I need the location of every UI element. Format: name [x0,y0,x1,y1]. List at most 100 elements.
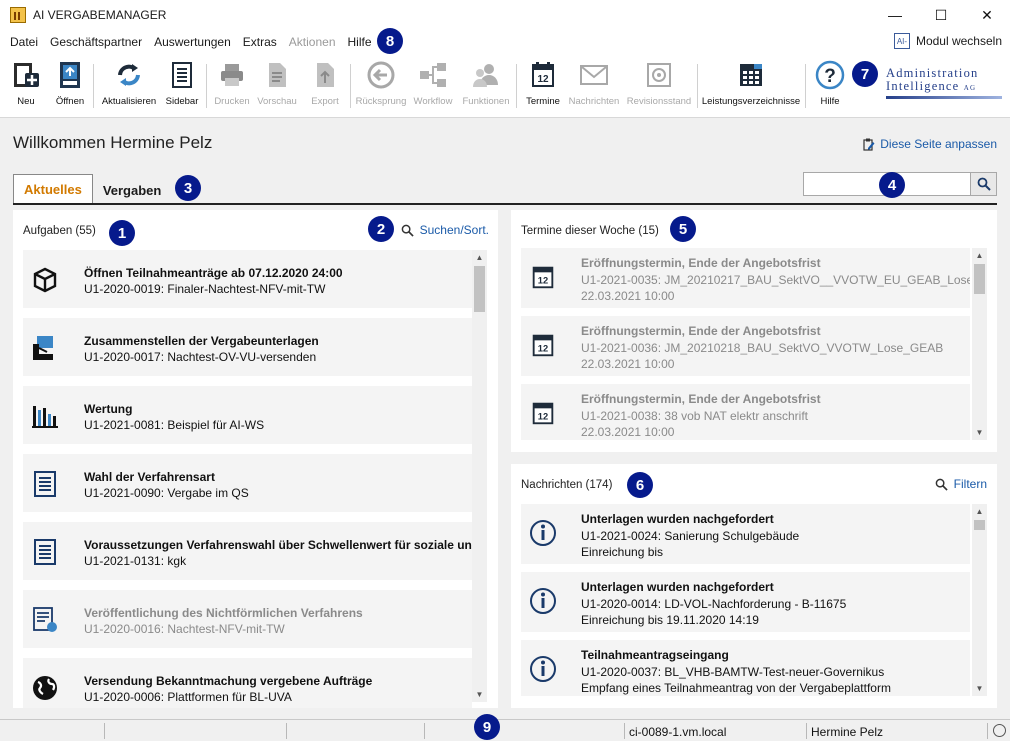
termine-button[interactable]: 12 Termine [524,58,562,114]
hilfe-button[interactable]: ? Hilfe [813,58,847,114]
menu-datei[interactable]: Datei [4,35,44,49]
chevron-up-icon[interactable]: ▲ [972,248,987,263]
calendar-grid-icon [736,60,766,90]
cube-icon [33,267,57,293]
scrollbar-thumb[interactable] [974,520,985,530]
workflow-icon [418,60,448,90]
svg-text:?: ? [824,66,836,87]
list-item[interactable]: Wertung U1-2021-0081: Beispiel für AI-WS [23,386,472,444]
list-item[interactable]: Veröffentlichung des Nichtförmlichen Ver… [23,590,472,648]
customize-page-link[interactable]: Diese Seite anpassen [863,137,997,151]
search-icon [977,177,991,191]
tab-vergaben[interactable]: Vergaben [93,176,172,204]
connection-status-icon [993,724,1006,737]
modul-wechseln-label: Modul wechseln [915,34,1002,48]
aktualisieren-button[interactable]: Aktualisieren [102,58,156,114]
nachrichten-panel: Nachrichten (174) Filtern Unterlagen wur… [511,464,997,708]
window-title: AI VERGABEMANAGER [33,8,167,22]
menu-hilfe[interactable]: Hilfe [342,35,378,49]
status-host: ci-0089-1.vm.local [629,725,727,739]
status-bar: ci-0089-1.vm.local Hermine Pelz [0,719,1010,741]
close-button[interactable]: ✕ [964,0,1010,30]
nachrichten-list: Unterlagen wurden nachgefordert U1-2021-… [521,504,970,696]
list-item[interactable]: Wahl der Verfahrensart U1-2021-0090: Ver… [23,454,472,512]
company-logo: Administration Intelligence AG [886,66,1002,102]
list-item[interactable]: Zusammenstellen der Vergabeunterlagen U1… [23,318,472,376]
list-document-icon [34,539,56,565]
page-title: Willkommen Hermine Pelz [13,133,213,152]
revisionsstand-button: Revisionsstand [627,58,691,114]
svg-text:12: 12 [538,412,548,422]
scrollbar-thumb[interactable] [474,266,485,312]
new-document-icon [11,60,41,90]
calendar-icon: 12 [528,60,558,90]
search-icon [401,224,414,237]
menu-geschaeftspartner[interactable]: Geschäftspartner [44,35,148,49]
tab-aktuelles[interactable]: Aktuelles [13,174,93,204]
svg-text:12: 12 [538,344,548,354]
globe-icon [33,676,57,700]
nachrichten-title: Nachrichten (174) [521,479,613,491]
list-item[interactable]: 12 Eröffnungstermin, Ende der Angebotsfr… [521,248,970,308]
menu-aktionen: Aktionen [288,35,336,49]
list-item[interactable]: Versendung Bekanntmachung vergebene Auft… [23,658,472,708]
list-item[interactable]: 12 Eröffnungstermin, Ende der Angebotsfr… [521,316,970,376]
search-icon [935,478,948,491]
callout-badge-6: 6 [627,472,653,498]
calendar-icon: 12 [532,266,554,289]
suchen-sortieren-link[interactable]: Suchen/Sort. [401,223,489,237]
list-item[interactable]: Unterlagen wurden nachgefordert U1-2021-… [521,504,970,564]
termine-list: 12 Eröffnungstermin, Ende der Angebotsfr… [521,248,970,440]
svg-text:12: 12 [538,276,548,286]
nachrichten-scrollbar[interactable]: ▲ ▼ [972,504,987,696]
document-stack-icon [33,336,53,360]
workflow-button: Workflow [412,58,454,114]
chevron-up-icon[interactable]: ▲ [972,504,987,519]
refresh-icon [114,60,144,90]
callout-badge-4: 4 [879,172,905,198]
preview-icon [262,60,292,90]
menu-auswertungen[interactable]: Auswertungen [148,35,237,49]
aufgaben-scrollbar[interactable]: ▲ ▼ [472,250,487,702]
oeffnen-button[interactable]: Öffnen [53,58,87,114]
chevron-down-icon[interactable]: ▼ [972,425,987,440]
termine-scrollbar[interactable]: ▲ ▼ [972,248,987,440]
termine-panel: Termine dieser Woche (15) 12 Eröffnungst… [511,210,997,452]
minimize-button[interactable]: — [872,0,918,30]
filtern-link[interactable]: Filtern [935,477,987,491]
modul-wechseln-button[interactable]: AI- Modul wechseln [893,33,1002,49]
scrollbar-thumb[interactable] [974,264,985,294]
list-item[interactable]: Unterlagen wurden nachgefordert U1-2020-… [521,572,970,632]
list-item[interactable]: Öffnen Teilnahmeanträge ab 07.12.2020 24… [23,250,472,308]
callout-badge-7: 7 [852,61,878,87]
search-button[interactable] [970,172,997,196]
sidebar-icon [167,60,197,90]
list-item[interactable]: 12 Eröffnungstermin, Ende der Angebotsfr… [521,384,970,440]
mail-icon [579,60,609,90]
leistungsverzeichnisse-button[interactable]: Leistungsverzeichnisse [702,58,800,114]
tab-bar: Aktuelles Vergaben [13,172,171,204]
list-item[interactable]: Voraussetzungen Verfahrenswahl über Schw… [23,522,472,580]
printer-icon [217,60,247,90]
neu-button[interactable]: Neu [11,58,41,114]
chevron-down-icon[interactable]: ▼ [472,687,487,702]
callout-badge-5: 5 [670,216,696,242]
chevron-up-icon[interactable]: ▲ [472,250,487,265]
drucken-button: Drucken [213,58,251,114]
maximize-button[interactable]: ☐ [918,0,964,30]
help-icon: ? [815,60,845,90]
funktionen-button: Funktionen [462,58,510,114]
callout-badge-8: 8 [377,28,403,54]
callout-badge-3: 3 [175,175,201,201]
aufgaben-panel: Aufgaben (55) Suchen/Sort. Öffnen Teilna… [13,210,498,708]
nachrichten-button: Nachrichten [568,58,620,114]
chevron-down-icon[interactable]: ▼ [972,681,987,696]
export-icon [310,60,340,90]
status-user: Hermine Pelz [811,725,884,739]
back-arrow-icon [366,60,396,90]
list-item[interactable]: Teilnahmeantragseingang U1-2020-0037: BL… [521,640,970,696]
list-document-icon [34,471,56,497]
info-icon [530,588,556,614]
sidebar-button[interactable]: Sidebar [165,58,199,114]
menu-extras[interactable]: Extras [237,35,283,49]
